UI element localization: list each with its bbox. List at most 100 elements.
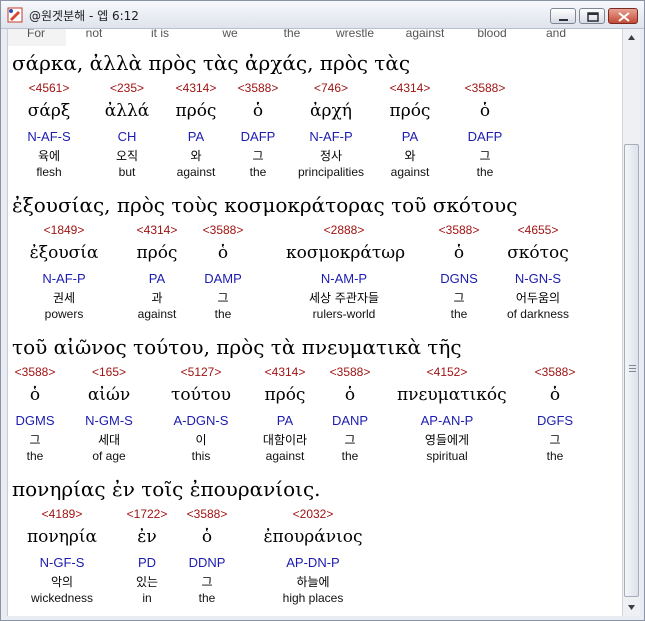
english-gloss: wickedness — [30, 591, 94, 605]
strongs-number[interactable]: <4561> — [9, 81, 89, 95]
word-block[interactable]: <4152> πνευματικός AP-AN-P 영들에게 spiritua… — [397, 365, 507, 463]
close-button[interactable] — [608, 8, 638, 24]
word-block[interactable]: <235> ἀλλά CH 오직 but — [87, 81, 167, 179]
korean-gloss: 권세 — [52, 291, 76, 305]
parsing-code[interactable]: N-AF-P — [24, 271, 104, 286]
strongs-number[interactable]: <3588> — [515, 365, 595, 379]
lemma: ὁ — [201, 527, 213, 547]
strongs-number[interactable]: <235> — [87, 81, 167, 95]
word-block[interactable]: <4314> πρός PA 와 against — [370, 81, 450, 179]
english-gloss: spiritual — [426, 449, 468, 463]
strongs-number[interactable]: <746> — [291, 81, 371, 95]
word-block[interactable]: <746> ἀρχή N-AF-P 정사 principalities — [291, 81, 371, 179]
greek-text-line: σάρκα, ἀλλὰ πρὸς τὰς ἀρχάς, πρὸς τὰς — [12, 51, 411, 75]
strongs-number[interactable]: <4314> — [370, 81, 450, 95]
parsing-code[interactable]: DGMS — [8, 413, 75, 428]
maximize-button[interactable] — [579, 8, 605, 24]
parsing-code[interactable]: PA — [370, 129, 450, 144]
korean-gloss: 와 — [404, 149, 416, 163]
korean-gloss: 오직 — [115, 149, 139, 163]
strongs-number[interactable]: <3588> — [419, 223, 499, 237]
strongs-number[interactable]: <5127> — [161, 365, 241, 379]
arrow-down-icon — [628, 605, 635, 610]
korean-gloss: 이 — [195, 433, 207, 447]
word-block[interactable]: <3588> ὁ DANP 그 the — [310, 365, 390, 463]
word-block[interactable]: <1849> ἐξουσία N-AF-P 권세 powers — [24, 223, 104, 321]
parsing-code[interactable]: N-GM-S — [69, 413, 149, 428]
strongs-number[interactable]: <2032> — [258, 507, 368, 521]
parsing-code[interactable]: DAFP — [445, 129, 525, 144]
parsing-code[interactable]: DDNP — [167, 555, 247, 570]
minimize-button[interactable] — [550, 8, 576, 24]
lemma: σάρξ — [27, 101, 71, 121]
strongs-number[interactable]: <3588> — [218, 81, 298, 95]
word-block[interactable]: <3588> ὁ DDNP 그 the — [167, 507, 247, 605]
lemma: ὁ — [549, 385, 561, 405]
korean-gloss: 정사 — [319, 149, 343, 163]
parsing-code[interactable]: AP-DN-P — [258, 555, 368, 570]
word-block[interactable]: <4561> σάρξ N-AF-S 육에 flesh — [9, 81, 89, 179]
parsing-code[interactable]: N-GF-S — [22, 555, 102, 570]
word-block[interactable]: <3588> ὁ DAFP 그 the — [218, 81, 298, 179]
close-icon — [618, 12, 630, 22]
word-block[interactable]: <2888> κοσμοκράτωρ N-AM-P 세상 주관자들 rulers… — [286, 223, 405, 321]
word-block[interactable]: <3588> ὁ DAFP 그 the — [445, 81, 525, 179]
word-block[interactable]: <3588> ὁ DGNS 그 the — [419, 223, 499, 321]
english-gloss: powers — [44, 307, 84, 321]
strongs-number[interactable]: <4189> — [22, 507, 102, 521]
parsing-code[interactable]: DGFS — [515, 413, 595, 428]
scroll-thumb[interactable] — [624, 144, 639, 597]
title-bar[interactable]: @원겟분해 - 엡 6:12 — [1, 1, 644, 29]
parsing-code[interactable]: DAFP — [218, 129, 298, 144]
parsing-code[interactable]: A-DGN-S — [161, 413, 241, 428]
word-block[interactable]: <4189> πονηρία N-GF-S 악의 wickedness — [22, 507, 102, 605]
greek-text-line: πονηρίας ἐν τοῖς ἐπουρανίοις. — [12, 477, 321, 501]
parsing-code[interactable]: DAMP — [183, 271, 263, 286]
strongs-number[interactable]: <3588> — [167, 507, 247, 521]
parsing-code[interactable]: N-GN-S — [498, 271, 578, 286]
previous-line-glosses: For not it is we the wrestle against blo… — [8, 29, 622, 46]
interlinear-view[interactable]: For not it is we the wrestle against blo… — [7, 29, 622, 616]
korean-gloss: 그 — [217, 291, 229, 305]
strongs-number[interactable]: <3588> — [183, 223, 263, 237]
strongs-number[interactable]: <4655> — [498, 223, 578, 237]
parsing-code[interactable]: N-AF-P — [291, 129, 371, 144]
parsing-code[interactable]: DGNS — [419, 271, 499, 286]
word-block[interactable]: <4655> σκότος N-GN-S 어두움의 of darkness — [498, 223, 578, 321]
strongs-number[interactable]: <3588> — [8, 365, 75, 379]
word-block[interactable]: <3588> ὁ DGFS 그 the — [515, 365, 595, 463]
english-gloss: rulers-world — [312, 307, 376, 321]
lemma: ἐξουσία — [29, 243, 99, 263]
korean-gloss: 그 — [479, 149, 491, 163]
word-block[interactable]: <2032> ἐπουράνιος AP-DN-P 하늘에 high place… — [258, 507, 368, 605]
scroll-down-button[interactable] — [623, 599, 640, 616]
korean-gloss: 악의 — [50, 575, 74, 589]
lemma: πονηρία — [26, 527, 98, 547]
strongs-number[interactable]: <3588> — [445, 81, 525, 95]
parsing-code[interactable]: CH — [87, 129, 167, 144]
word-block[interactable]: <5127> τούτου A-DGN-S 이 this — [161, 365, 241, 463]
lemma: πρός — [389, 101, 431, 121]
strongs-number[interactable]: <165> — [69, 365, 149, 379]
parsing-code[interactable]: N-AM-P — [286, 271, 402, 286]
word-block[interactable]: <3588> ὁ DAMP 그 the — [183, 223, 263, 321]
lemma: ὁ — [217, 243, 229, 263]
strongs-number[interactable]: <2888> — [286, 223, 402, 237]
english-gloss: the — [26, 449, 44, 463]
scroll-up-button[interactable] — [623, 29, 640, 46]
korean-gloss: 영들에게 — [424, 433, 470, 447]
strongs-number[interactable]: <3588> — [310, 365, 390, 379]
strongs-number[interactable]: <1849> — [24, 223, 104, 237]
lemma: ἀρχή — [310, 101, 352, 121]
english-gloss: the — [214, 307, 232, 321]
word-block[interactable]: <165> αἰών N-GM-S 세대 of age — [69, 365, 149, 463]
parsing-code[interactable]: DANP — [310, 413, 390, 428]
korean-gloss: 그 — [344, 433, 356, 447]
parsing-code[interactable]: N-AF-S — [9, 129, 89, 144]
strongs-number[interactable]: <4152> — [397, 365, 497, 379]
word-block[interactable]: <3588> ὁ DGMS 그 the — [8, 365, 75, 463]
parsing-code[interactable]: AP-AN-P — [397, 413, 497, 428]
vertical-scrollbar[interactable] — [622, 29, 640, 616]
lemma: ὁ — [479, 101, 491, 121]
app-window: @원겟분해 - 엡 6:12 For not it is we the wres… — [0, 0, 645, 621]
